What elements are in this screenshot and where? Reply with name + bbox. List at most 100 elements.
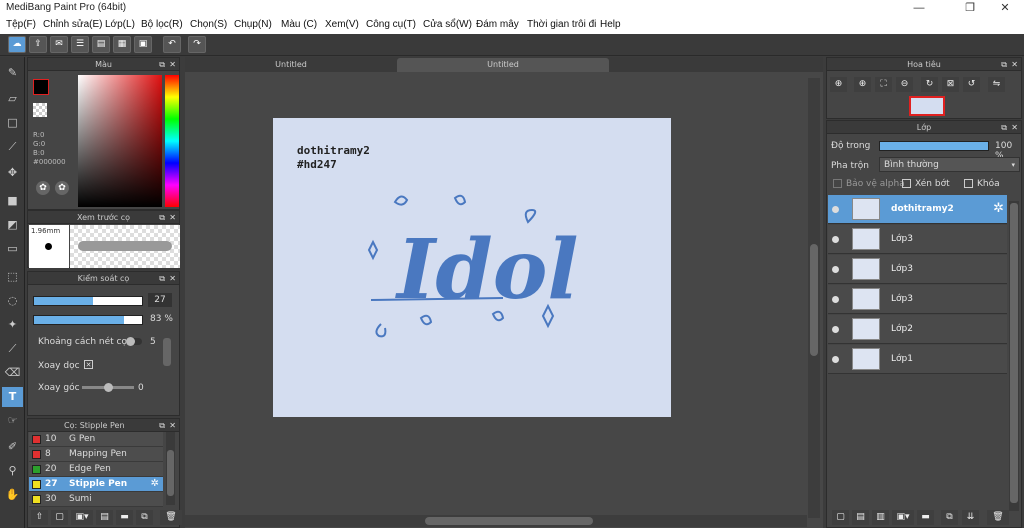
close-button[interactable]: ✕ — [990, 0, 1020, 17]
undock-icon[interactable]: ⧉ — [159, 272, 165, 285]
brush-list-item[interactable]: 20 Edge Pen — [29, 462, 163, 477]
list-icon[interactable]: ▦ — [113, 36, 131, 53]
select-eraser-icon[interactable]: ⌫ — [2, 363, 23, 383]
magic-wand-icon[interactable]: ✦ — [2, 315, 23, 335]
gear-icon[interactable]: ✲ — [993, 201, 1004, 216]
menu-layer[interactable]: Lớp(L) — [105, 19, 135, 30]
blend-mode-select[interactable]: Bình thường ▾ — [879, 157, 1020, 172]
cloud-icon[interactable]: ☁ — [8, 36, 26, 53]
navigator-thumbnail[interactable] — [909, 96, 945, 116]
brush-folder-icon[interactable]: ▬ — [116, 510, 133, 525]
zoom-out-icon[interactable]: ⊖ — [896, 77, 913, 92]
brush-settings-icon[interactable]: ▤ — [96, 510, 113, 525]
move-tool-icon[interactable]: ✥ — [2, 163, 23, 183]
lock-checkbox[interactable] — [964, 179, 973, 188]
palette-add-icon[interactable]: ✿ — [55, 181, 69, 195]
flip-icon[interactable]: ⇋ — [988, 77, 1005, 92]
comment-icon[interactable]: ✉ — [50, 36, 68, 53]
fit-icon[interactable]: ⛶ — [875, 77, 892, 92]
undo-icon[interactable]: ↶ — [163, 36, 181, 53]
menu-cloud[interactable]: Đám mây — [476, 19, 519, 30]
rotate-icon[interactable]: ↻ — [921, 77, 938, 92]
undock-icon[interactable]: ⧉ — [159, 419, 165, 432]
zoom-in-icon[interactable]: ⊕ — [830, 77, 847, 92]
close-icon[interactable]: ✕ — [169, 58, 176, 71]
hue-slider[interactable] — [165, 75, 179, 207]
flip-checkbox[interactable]: ✕ — [84, 360, 93, 369]
undock-icon[interactable]: ⧉ — [1001, 121, 1007, 134]
brush-list-item[interactable]: 10 G Pen — [29, 432, 163, 447]
visibility-icon[interactable] — [832, 326, 839, 333]
brush-list-item[interactable]: 27 Stipple Pen ✲ — [29, 477, 163, 492]
new-brush-icon[interactable]: ▢ — [51, 510, 68, 525]
fill-rect-tool-icon[interactable]: ■ — [2, 191, 23, 211]
menu-window[interactable]: Cửa sổ(W) — [423, 19, 472, 30]
brush-size-slider[interactable] — [33, 296, 143, 306]
visibility-icon[interactable] — [832, 356, 839, 363]
document-icon[interactable]: ▤ — [92, 36, 110, 53]
menu-view[interactable]: Xem(V) — [325, 19, 359, 30]
brush-opacity-slider[interactable] — [33, 315, 143, 325]
menu-timelapse[interactable]: Thời gian trôi đi — [527, 19, 596, 30]
layer-list-scrollbar[interactable] — [1009, 201, 1019, 511]
brush-control-scrollbar[interactable] — [163, 338, 171, 366]
brush-copy-icon[interactable]: ⧉ — [136, 510, 153, 525]
share-icon[interactable]: ⇪ — [29, 36, 47, 53]
layer-row[interactable]: Lớp3 — [828, 255, 1007, 284]
menu-edit[interactable]: Chỉnh sửa(E) — [43, 19, 103, 30]
gradient-tool-icon[interactable]: ▭ — [2, 239, 23, 259]
pen-tool-icon[interactable]: ⟋ — [2, 137, 23, 157]
zoom-in-2-icon[interactable]: ⊕ — [854, 77, 871, 92]
layer-folder-icon[interactable]: ▬ — [917, 510, 934, 525]
menu-select[interactable]: Chọn(S) — [190, 19, 227, 30]
primary-color-swatch[interactable] — [33, 79, 49, 95]
visibility-icon[interactable] — [832, 206, 839, 213]
close-icon[interactable]: ✕ — [169, 272, 176, 285]
add-layer-menu-icon[interactable]: ▣▾ — [892, 510, 914, 525]
horizontal-scrollbar[interactable] — [185, 515, 807, 527]
redo-icon[interactable]: ↷ — [188, 36, 206, 53]
menu-tools[interactable]: Công cụ(T) — [366, 19, 416, 30]
new-8bit-layer-icon[interactable]: ▥ — [872, 510, 889, 525]
brush-tool-icon[interactable]: ✎ — [2, 63, 23, 83]
layer-row[interactable]: Lớp1 — [828, 345, 1007, 374]
grid-icon[interactable]: ▣ — [134, 36, 152, 53]
brush-list-item[interactable]: 30 Sumi — [29, 492, 163, 507]
brush-list-scrollbar[interactable] — [166, 432, 175, 505]
select-rect-icon[interactable]: ⬚ — [2, 267, 23, 287]
layer-row[interactable]: Lớp2 — [828, 315, 1007, 344]
close-icon[interactable]: ✕ — [1011, 121, 1018, 134]
lasso-tool-icon[interactable]: ◌ — [2, 291, 23, 311]
new-halftone-layer-icon[interactable]: ▤ — [852, 510, 869, 525]
layer-row[interactable]: Lớp3 — [828, 225, 1007, 254]
layer-row[interactable]: Lớp3 — [828, 285, 1007, 314]
brush-size-value[interactable]: 27 — [148, 293, 172, 307]
palette-icon[interactable]: ✿ — [36, 181, 50, 195]
saturation-value-picker[interactable] — [78, 75, 162, 207]
layer-opacity-slider[interactable] — [879, 141, 989, 151]
cloud-brush-icon[interactable]: ⇧ — [31, 510, 48, 525]
rectangle-tool-icon[interactable]: □ — [2, 113, 23, 133]
undock-icon[interactable]: ⧉ — [159, 211, 165, 224]
visibility-icon[interactable] — [832, 236, 839, 243]
menu-color[interactable]: Màu (C) — [281, 19, 317, 30]
rotate-slider[interactable] — [82, 383, 134, 392]
tab-untitled-1[interactable]: Untitled — [191, 58, 391, 72]
eyedropper-tool-icon[interactable]: ✐ — [2, 437, 23, 457]
undock-icon[interactable]: ⧉ — [1001, 58, 1007, 71]
delete-layer-icon[interactable]: 🗑 — [987, 510, 1009, 525]
dropper-icon[interactable]: ⚲ — [2, 461, 23, 481]
eraser-tool-icon[interactable]: ▱ — [2, 89, 23, 109]
close-icon[interactable]: ✕ — [1011, 58, 1018, 71]
vertical-scrollbar[interactable] — [808, 78, 820, 518]
transparent-swatch[interactable] — [33, 103, 47, 117]
protect-alpha-checkbox[interactable] — [833, 179, 842, 188]
brush-delete-icon[interactable]: 🗑 — [160, 510, 182, 525]
menu-capture[interactable]: Chụp(N) — [234, 19, 272, 30]
spacing-slider[interactable] — [126, 337, 142, 346]
visibility-icon[interactable] — [832, 266, 839, 273]
visibility-icon[interactable] — [832, 296, 839, 303]
merge-layer-icon[interactable]: ⇊ — [962, 510, 979, 525]
menu-file[interactable]: Tệp(F) — [6, 19, 36, 30]
new-layer-icon[interactable]: ▢ — [832, 510, 849, 525]
